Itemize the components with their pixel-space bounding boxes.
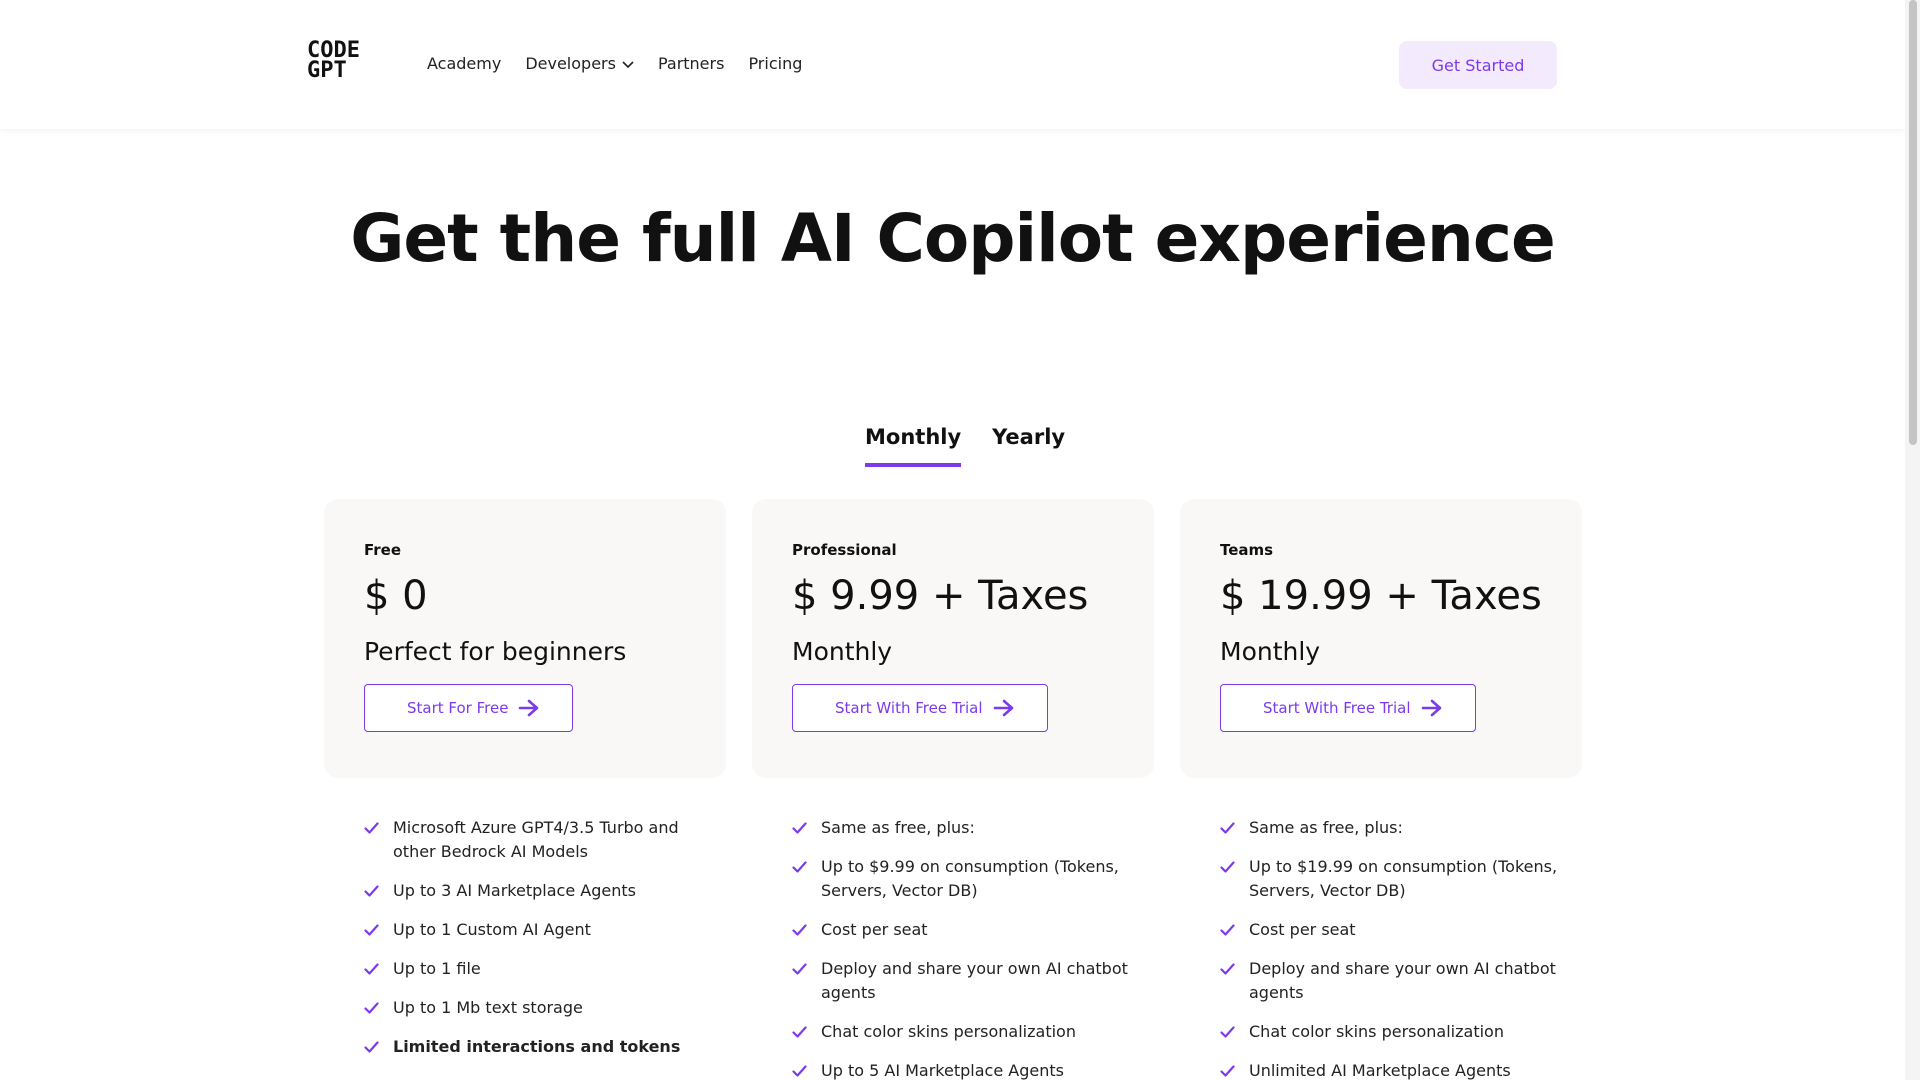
chevron-down-icon [622,60,634,68]
check-icon [792,1026,807,1038]
feature-text: Cost per seat [1249,920,1356,939]
plan-name: Teams [1220,541,1274,559]
feature-text: Up to 1 file [393,959,481,978]
arrow-right-icon [1421,699,1441,717]
feature-text: Up to 1 Custom AI Agent [393,920,591,939]
feature-text: Up to 1 Mb text storage [393,998,583,1017]
list-item: Same as free, plus: [792,816,1132,840]
check-icon [792,963,807,975]
hero-title: Get the full AI Copilot experience [350,200,1556,277]
feature-text: Up to 3 AI Marketplace Agents [393,881,636,900]
feature-text: Same as free, plus: [821,818,975,837]
check-icon [792,861,807,873]
codegpt-logo[interactable]: CODE GPT [307,40,377,83]
check-icon [792,1065,807,1077]
list-item: Up to $9.99 on consumption (Tokens, Serv… [792,855,1132,903]
get-started-button[interactable]: Get Started [1399,41,1557,89]
toggle-yearly[interactable]: Yearly [992,425,1065,467]
list-item: Chat color skins personalization [1220,1020,1560,1044]
nav-pricing[interactable]: Pricing [748,54,802,73]
toggle-monthly[interactable]: Monthly [865,425,962,467]
feature-text: Unlimited AI Marketplace Agents [1249,1061,1511,1080]
plan-subtitle: Monthly [792,637,893,666]
billing-toggle: Monthly Yearly [865,425,1096,467]
list-item: Deploy and share your own AI chatbot age… [792,957,1132,1005]
feature-text: Deploy and share your own AI chatbot age… [1249,959,1556,1002]
check-icon [364,885,379,897]
logo-line-2: GPT [307,58,347,83]
feature-text: Microsoft Azure GPT4/3.5 Turbo and other… [393,818,679,861]
check-icon [364,963,379,975]
list-item: Deploy and share your own AI chatbot age… [1220,957,1560,1005]
check-icon [1220,1026,1235,1038]
feature-text: Limited interactions and tokens [393,1037,681,1056]
list-item: Up to $19.99 on consumption (Tokens, Ser… [1220,855,1560,903]
plan-subtitle: Perfect for beginners [364,637,627,666]
list-item: Cost per seat [1220,918,1560,942]
feature-text: Up to 5 AI Marketplace Agents [821,1061,1064,1080]
start-free-trial-button[interactable]: Start With Free Trial [1220,684,1476,732]
start-for-free-button[interactable]: Start For Free [364,684,574,732]
nav-academy-label: Academy [427,54,502,73]
site-header: CODE GPT Academy Developers Partners Pri… [0,0,1905,129]
nav-partners[interactable]: Partners [658,54,724,73]
list-item: Cost per seat [792,918,1132,942]
check-icon [1220,822,1235,834]
button-label: Start For Free [407,699,509,717]
plan-price: $ 19.99 + Taxes [1220,573,1542,619]
plan-price: $ 9.99 + Taxes [792,573,1089,619]
plan-card-teams: Teams $ 19.99 + Taxes Monthly Start With… [1180,499,1582,778]
nav-developers-label: Developers [525,54,616,73]
list-item: Unlimited AI Marketplace Agents [1220,1059,1560,1080]
feature-text: Chat color skins personalization [1249,1022,1504,1041]
nav-academy[interactable]: Academy [427,54,501,73]
list-item: Microsoft Azure GPT4/3.5 Turbo and other… [364,816,704,864]
nav-partners-label: Partners [657,54,725,73]
feature-list-teams: Same as free, plus: Up to $19.99 on cons… [1220,816,1560,1080]
feature-text: Same as free, plus: [1249,818,1403,837]
check-icon [1220,861,1235,873]
feature-text: Deploy and share your own AI chatbot age… [821,959,1128,1002]
check-icon [364,822,379,834]
check-icon [792,924,807,936]
nav-developers[interactable]: Developers [525,54,634,73]
plan-name: Professional [792,541,897,559]
feature-list-professional: Same as free, plus: Up to $9.99 on consu… [792,816,1132,1080]
list-item: Up to 1 Custom AI Agent [364,918,704,942]
scrollbar-thumb[interactable] [1909,0,1917,445]
list-item: Up to 1 Mb text storage [364,996,704,1020]
arrow-right-icon [519,699,539,717]
plan-card-free: Free $ 0 Perfect for beginners Start For… [324,499,726,778]
check-icon [364,924,379,936]
plan-subtitle: Monthly [1220,637,1321,666]
list-item: Up to 1 file [364,957,704,981]
check-icon [1220,963,1235,975]
button-label: Start With Free Trial [1263,699,1411,717]
start-free-trial-button[interactable]: Start With Free Trial [792,684,1048,732]
check-icon [364,1002,379,1014]
feature-text: Cost per seat [821,920,928,939]
list-item: Same as free, plus: [1220,816,1560,840]
arrow-right-icon [993,699,1013,717]
list-item: Up to 3 AI Marketplace Agents [364,879,704,903]
check-icon [364,1041,379,1053]
list-item: Up to 5 AI Marketplace Agents [792,1059,1132,1080]
plan-card-professional: Professional $ 9.99 + Taxes Monthly Star… [752,499,1154,778]
check-icon [1220,924,1235,936]
check-icon [1220,1065,1235,1077]
plan-price: $ 0 [364,573,428,619]
feature-text: Chat color skins personalization [821,1022,1076,1041]
check-icon [792,822,807,834]
feature-text: Up to $19.99 on consumption (Tokens, Ser… [1249,857,1558,900]
list-item: Chat color skins personalization [792,1020,1132,1044]
feature-text: Up to $9.99 on consumption (Tokens, Serv… [821,857,1119,900]
main-nav: Academy Developers Partners Pricing [427,54,826,73]
button-label: Start With Free Trial [835,699,983,717]
list-item: Limited interactions and tokens [364,1035,704,1059]
plan-name: Free [364,541,402,559]
feature-list-free: Microsoft Azure GPT4/3.5 Turbo and other… [364,816,704,1074]
nav-pricing-label: Pricing [748,54,803,73]
